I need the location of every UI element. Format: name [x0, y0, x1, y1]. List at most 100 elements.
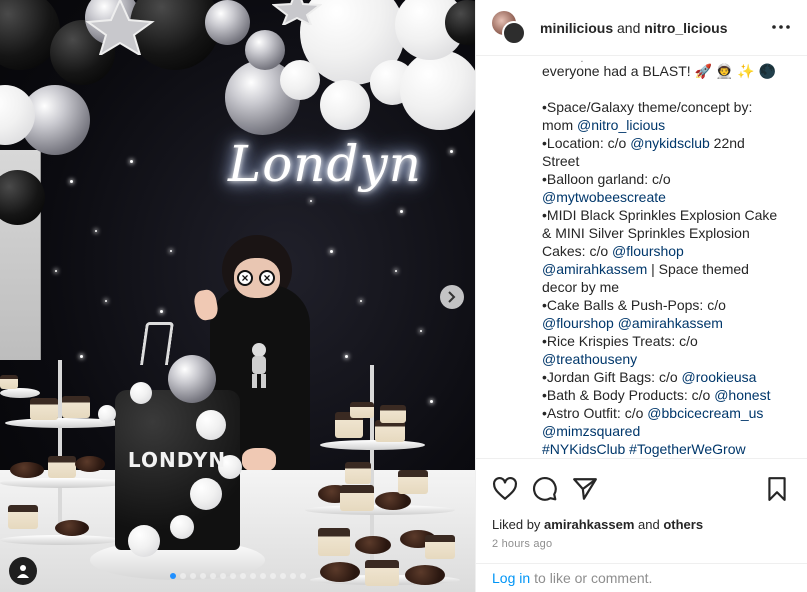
comment-icon[interactable] — [532, 476, 558, 502]
caption-text: mom — [542, 117, 577, 133]
caption-line: @treathouseny — [542, 350, 792, 368]
hashtag-link[interactable]: #NYKidsClub — [542, 441, 625, 457]
save-icon[interactable] — [764, 476, 790, 502]
caption-line: #NYKidsClub #TogetherWeGrow — [542, 440, 792, 458]
mention-link[interactable]: @honest — [714, 387, 770, 403]
action-bar — [476, 458, 807, 516]
caption-text: 22nd — [709, 135, 745, 151]
caption-line: •Rice Krispies Treats: c/o — [542, 332, 792, 350]
caption-line: mom @nitro_licious — [542, 116, 792, 134]
caption-text: •Cake Balls & Push-Pops: c/o — [542, 297, 726, 313]
mention-link[interactable]: @mimzsquared — [542, 423, 640, 439]
post-authors: minilicious and nitro_licious — [540, 20, 728, 36]
more-options-button[interactable] — [770, 17, 792, 37]
carousel-dot — [229, 573, 236, 579]
cake-name-topper: LONDYN — [127, 448, 227, 472]
username-link[interactable]: nitro_licious — [644, 20, 727, 36]
carousel-dot — [169, 573, 176, 579]
caption-text: •Jordan Gift Bags: c/o — [542, 369, 682, 385]
other-likers-link[interactable]: others — [663, 517, 703, 532]
heart-icon[interactable] — [492, 476, 518, 502]
caption-line: •Jordan Gift Bags: c/o @rookieusa — [542, 368, 792, 386]
caption-text: Street — [542, 153, 580, 169]
mention-link[interactable]: @amirahkassem — [618, 315, 723, 331]
caption-text: decor by me — [542, 279, 620, 295]
chevron-right-icon — [448, 291, 456, 303]
caption-text: •Balloon garland: c/o — [542, 171, 671, 187]
carousel-dot — [279, 573, 286, 579]
mention-link[interactable]: @mytwobeescreate — [542, 189, 666, 205]
mention-link[interactable]: @flourshop — [542, 315, 614, 331]
carousel-dot — [269, 573, 276, 579]
caption-text: Cakes: c/o — [542, 243, 613, 259]
caption-line: decor by me — [542, 278, 792, 296]
caption-line: @flourshop @amirahkassem — [542, 314, 792, 332]
foil-star-decoration — [272, 0, 322, 25]
caption-line: @amirahkassem | Space themed — [542, 260, 792, 278]
post-side-panel: minilicious and nitro_licious … party … … — [475, 0, 807, 592]
caption-line: •Astro Outfit: c/o @bbcicecream_us — [542, 404, 792, 422]
carousel-dot — [299, 573, 306, 579]
mention-link[interactable]: @bbcicecream_us — [647, 405, 763, 421]
caption-line: •Location: c/o @nykidsclub 22nd — [542, 134, 792, 152]
next-slide-button[interactable] — [440, 285, 464, 309]
caption-text: everyone had a BLAST! 🚀 👨‍🚀 ✨ 🌑 — [542, 63, 776, 79]
likes-joiner: and — [638, 517, 660, 532]
mention-link[interactable]: @treathouseny — [542, 351, 637, 367]
face-sticker: × — [259, 270, 275, 286]
share-icon[interactable] — [572, 476, 598, 502]
mention-link[interactable]: @amirahkassem — [542, 261, 647, 277]
carousel-dot — [189, 573, 196, 579]
post-timestamp[interactable]: 2 hours ago — [492, 538, 552, 550]
post-header: minilicious and nitro_licious — [476, 0, 807, 56]
carousel-dot — [209, 573, 216, 579]
login-link[interactable]: Log in — [492, 570, 530, 586]
likes-prefix: Liked by — [492, 517, 541, 532]
carousel-dot — [259, 573, 266, 579]
carousel-dot — [239, 573, 246, 579]
author-connector: and — [617, 19, 641, 36]
mention-link[interactable]: @nitro_licious — [577, 117, 665, 133]
avatar[interactable] — [502, 20, 526, 45]
face-sticker: × — [237, 270, 253, 286]
mention-link[interactable]: @nykidsclub — [630, 135, 710, 151]
caption-line: everyone had a BLAST! 🚀 👨‍🚀 ✨ 🌑 — [542, 62, 792, 80]
username-link[interactable]: minilicious — [540, 20, 613, 36]
caption-line: & MINI Silver Sprinkles Explosion — [542, 224, 792, 242]
caption-line: Street — [542, 152, 792, 170]
login-prompt: Log in to like or comment. — [476, 563, 807, 592]
caption-line — [542, 80, 792, 98]
caption-text: •Rice Krispies Treats: c/o — [542, 333, 698, 349]
caption-line: @mytwobeescreate — [542, 188, 792, 206]
caption-line: Cakes: c/o @flourshop — [542, 242, 792, 260]
caption-text: •Location: c/o — [542, 135, 631, 151]
liker-username-link[interactable]: amirahkassem — [544, 517, 634, 532]
child-hand — [242, 448, 276, 472]
caption-line: •MIDI Black Sprinkles Explosion Cake — [542, 206, 792, 224]
tagged-users-button[interactable] — [9, 557, 37, 585]
mention-link[interactable]: @flourshop — [612, 243, 684, 259]
carousel-dot — [219, 573, 226, 579]
carousel-indicator — [0, 573, 475, 579]
caption-line: •Balloon garland: c/o — [542, 170, 792, 188]
instagram-post: Londyn × × LONDYN minilicious and nitro_… — [0, 0, 807, 592]
caption-line: •Cake Balls & Push-Pops: c/o — [542, 296, 792, 314]
carousel-dot — [289, 573, 296, 579]
caption-text: | Space themed — [647, 261, 749, 277]
astronaut-patch — [252, 343, 266, 388]
number-candle — [139, 322, 175, 365]
caption-body: everyone had a BLAST! 🚀 👨‍🚀 ✨ 🌑 •Space/Ga… — [542, 62, 792, 458]
caption-text: •Astro Outfit: c/o — [542, 405, 648, 421]
caption-line: •Space/Galaxy theme/concept by: — [542, 98, 792, 116]
hashtag-link[interactable]: #TogetherWeGrow — [629, 441, 745, 457]
caption-line: •Bath & Body Products: c/o @honest — [542, 386, 792, 404]
collab-avatars[interactable] — [492, 10, 526, 45]
carousel-dot — [199, 573, 206, 579]
carousel-dot — [179, 573, 186, 579]
foil-star-decoration — [85, 0, 155, 55]
mention-link[interactable]: @rookieusa — [682, 369, 757, 385]
likes-summary: Liked by amirahkassem and others — [492, 517, 703, 532]
caption-text: •Space/Galaxy theme/concept by: — [542, 99, 753, 115]
caption-text: •Bath & Body Products: c/o — [542, 387, 715, 403]
post-media[interactable]: Londyn × × LONDYN — [0, 0, 475, 592]
